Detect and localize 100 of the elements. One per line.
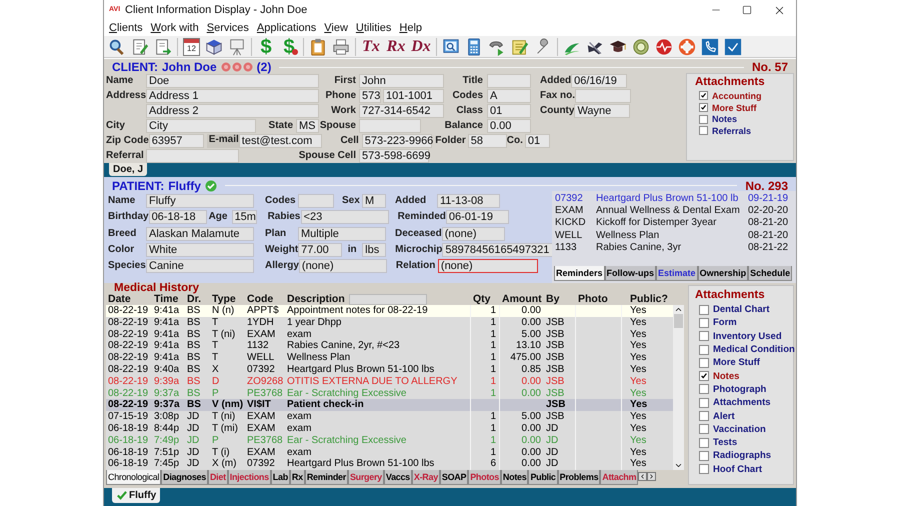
checkbox[interactable]: [699, 384, 709, 394]
calendar-icon[interactable]: 12: [183, 38, 200, 56]
patient-relation-field[interactable]: (none): [438, 259, 538, 274]
search-icon[interactable]: [108, 38, 126, 56]
client-tab[interactable]: Doe, J: [109, 163, 148, 176]
checkbox[interactable]: [699, 114, 708, 124]
patient-name-field-field[interactable]: Fluffy: [146, 194, 254, 208]
notepad-icon[interactable]: [131, 38, 149, 56]
address-1-field[interactable]: Address 1: [146, 88, 320, 102]
tab[interactable]: Estimate: [656, 266, 698, 281]
patient-rabies-field[interactable]: <23: [300, 210, 389, 224]
tab[interactable]: Notes: [500, 470, 528, 485]
menu-item[interactable]: Utilities: [352, 22, 394, 34]
tab[interactable]: Diagnoses: [161, 470, 208, 485]
state-field[interactable]: MS: [296, 118, 319, 132]
scroll-up-icon[interactable]: [674, 305, 683, 314]
checkbox[interactable]: [699, 358, 709, 368]
printer-icon[interactable]: [332, 38, 350, 56]
easel-icon[interactable]: [228, 38, 246, 56]
cube-icon[interactable]: [205, 38, 223, 56]
tab-scroll-right-icon[interactable]: [647, 472, 656, 481]
description-filter-field[interactable]: [348, 294, 427, 304]
referral-field[interactable]: [146, 148, 239, 162]
tab[interactable]: Ownership: [698, 266, 748, 281]
document-icon[interactable]: [154, 38, 172, 56]
patient-codes-field[interactable]: [298, 194, 334, 208]
patient-birthday-field[interactable]: 06-18-18: [148, 210, 207, 224]
patient-weight-field[interactable]: 77.00: [298, 243, 342, 258]
monitor-search-icon[interactable]: [442, 38, 460, 56]
prescription-icon[interactable]: Dx: [411, 38, 431, 56]
checkbox[interactable]: [699, 103, 708, 112]
county-field[interactable]: Wayne: [574, 104, 630, 118]
checkbox[interactable]: [699, 450, 709, 461]
menu-item[interactable]: Applications: [254, 22, 320, 34]
calculator-icon[interactable]: [465, 38, 483, 56]
menu-item[interactable]: Services: [204, 22, 252, 34]
tab-scroll-left-icon[interactable]: [638, 472, 648, 481]
patient-species-field[interactable]: Canine: [146, 259, 254, 274]
last-name-field[interactable]: Doe: [146, 74, 319, 88]
prescription-icon[interactable]: Rx: [386, 38, 406, 56]
checkbox[interactable]: [699, 318, 709, 328]
checkbox[interactable]: [699, 464, 709, 474]
checkbox[interactable]: [699, 91, 708, 100]
scroll-thumb[interactable]: [674, 314, 683, 328]
tab[interactable]: Rx: [290, 470, 305, 485]
menu-item[interactable]: Help: [396, 22, 426, 34]
menu-item[interactable]: Work with: [148, 22, 202, 34]
patient-reminded-field[interactable]: 06-01-19: [446, 210, 509, 224]
spouse-field[interactable]: [359, 118, 421, 132]
checkbox[interactable]: [699, 424, 709, 434]
patient-sex-field[interactable]: M: [362, 194, 386, 208]
phone-field[interactable]: 101-1001: [383, 88, 444, 102]
folder-field[interactable]: 58: [468, 134, 507, 148]
spouse-cell-field[interactable]: 573-598-6699: [359, 148, 429, 162]
scrollbar[interactable]: [673, 305, 684, 470]
scroll-down-icon[interactable]: [674, 461, 683, 470]
check-square-icon[interactable]: [724, 38, 742, 56]
tab[interactable]: Schedule: [748, 266, 792, 281]
tab[interactable]: Lab: [270, 470, 290, 485]
codes-field[interactable]: A: [487, 88, 532, 102]
patient-unit-field[interactable]: lbs: [362, 243, 386, 258]
checkbox[interactable]: [699, 398, 709, 408]
tab[interactable]: SOAP: [440, 470, 468, 485]
clipboard-icon[interactable]: [309, 38, 327, 56]
checkbox[interactable]: [699, 371, 709, 382]
checkbox[interactable]: [699, 126, 708, 136]
tab[interactable]: Reminders: [554, 266, 605, 281]
maximize-icon[interactable]: [742, 5, 752, 15]
cell-field[interactable]: 573-223-9966: [362, 134, 432, 148]
prescription-icon[interactable]: Tx: [361, 38, 381, 56]
checkbox[interactable]: [699, 304, 709, 315]
patient-color-field[interactable]: White: [146, 243, 254, 258]
area-code-field[interactable]: 573: [359, 88, 382, 102]
menu-item[interactable]: Clients: [106, 22, 146, 34]
added-field[interactable]: 06/16/19: [571, 74, 628, 88]
patient-breed-field[interactable]: Alaskan Malamute: [146, 226, 254, 241]
tab[interactable]: Vaccs: [384, 470, 412, 485]
city-field[interactable]: City: [146, 118, 256, 132]
patient-age-field[interactable]: 15m: [232, 210, 257, 224]
tab[interactable]: Public: [528, 470, 558, 485]
email-field[interactable]: test@test.com: [238, 134, 322, 148]
patient-tab[interactable]: Fluffy: [112, 488, 160, 503]
patient-plan-field[interactable]: Multiple: [298, 226, 386, 241]
lifebuoy-icon[interactable]: [678, 38, 696, 56]
balance-field[interactable]: 0.00: [487, 118, 531, 132]
work-field[interactable]: 727-314-6542: [359, 104, 444, 118]
menu-item[interactable]: View: [321, 22, 351, 34]
checkbox[interactable]: [699, 411, 709, 422]
zip-code-field[interactable]: 63957: [148, 134, 204, 148]
patient-allergy-field[interactable]: (none): [298, 259, 387, 274]
co-field[interactable]: 01: [524, 134, 550, 148]
patient-added-field[interactable]: 11-13-08: [437, 194, 500, 208]
heartbeat-icon[interactable]: [655, 38, 673, 56]
checkbox[interactable]: [699, 344, 709, 355]
notebook-icon[interactable]: [511, 38, 529, 56]
address-2-field[interactable]: Address 2: [146, 104, 319, 118]
patient-deceased-field[interactable]: (none): [442, 226, 505, 241]
first-name-field[interactable]: John: [359, 74, 444, 88]
checkbox[interactable]: [699, 331, 709, 342]
tab[interactable]: Reminder: [304, 470, 348, 485]
